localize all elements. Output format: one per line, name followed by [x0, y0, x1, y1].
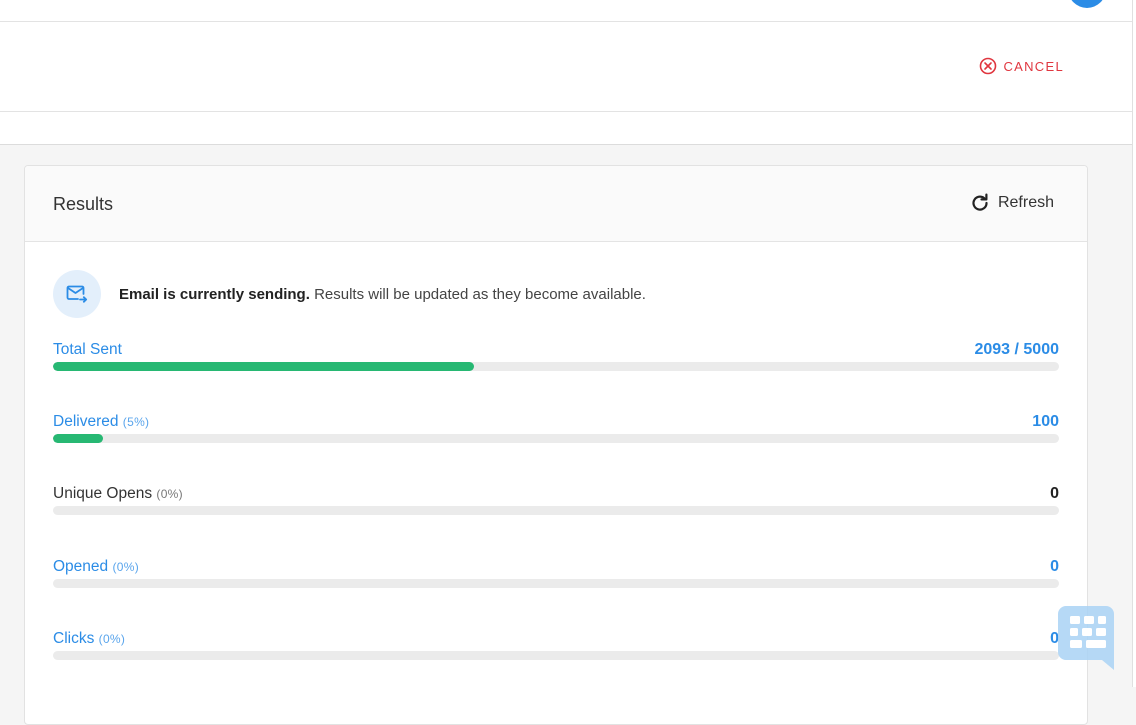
mail-icon-badge [53, 270, 101, 318]
chat-widget-button[interactable] [1058, 604, 1116, 672]
sending-notice: Email is currently sending. Results will… [53, 270, 646, 318]
metric-label[interactable]: Total Sent [53, 341, 122, 359]
top-bar [0, 0, 1136, 22]
metric-label[interactable]: Opened (0%) [53, 558, 139, 576]
metric-name: Unique Opens [53, 485, 153, 502]
sub-header-strip [0, 112, 1136, 145]
metric-name: Clicks [53, 630, 95, 647]
refresh-icon [972, 193, 988, 211]
metric-percent: (0%) [112, 560, 140, 574]
notice-text: Email is currently sending. Results will… [119, 286, 646, 303]
metric-label[interactable]: Delivered (5%) [53, 413, 149, 431]
metric-unique-opens: Unique Opens (0%) 0 [53, 485, 1059, 519]
progress-fill [53, 434, 104, 443]
progress-fill [53, 362, 475, 371]
user-avatar[interactable] [1068, 0, 1106, 8]
metric-name: Opened [53, 558, 109, 575]
metric-name: Delivered [53, 413, 119, 430]
metric-name: Total Sent [53, 341, 122, 358]
progress-track [53, 362, 1059, 371]
refresh-button[interactable]: Refresh [970, 193, 1054, 213]
metric-percent: (5%) [122, 415, 150, 429]
mail-send-icon [66, 285, 88, 303]
metric-value: 0 [1050, 485, 1059, 502]
chat-widget-icon [1058, 606, 1114, 670]
metric-value: 0 [1050, 558, 1059, 575]
metric-value: 2093 / 5000 [974, 341, 1059, 358]
progress-track [53, 579, 1059, 588]
notice-rest: Results will be updated as they become a… [309, 285, 646, 303]
metric-percent: (0%) [98, 632, 126, 646]
circle-x-icon [980, 57, 997, 75]
refresh-label: Refresh [997, 194, 1054, 211]
action-bar: CANCEL [0, 22, 1136, 112]
progress-track [53, 506, 1059, 515]
metric-label: Unique Opens (0%) [53, 485, 183, 503]
page-edge [1132, 0, 1136, 687]
metric-label[interactable]: Clicks (0%) [53, 630, 125, 648]
metric-delivered: Delivered (5%) 100 [53, 413, 1059, 447]
results-card: Results Refresh Email is currently sendi… [24, 165, 1088, 725]
notice-bold: Email is currently sending. [119, 285, 310, 303]
metric-clicks: Clicks (0%) 0 [53, 630, 1059, 664]
results-title: Results [53, 194, 114, 214]
metric-value: 100 [1032, 413, 1059, 430]
cancel-label: CANCEL [1003, 58, 1064, 74]
progress-track [53, 434, 1059, 443]
cancel-button[interactable]: CANCEL [979, 57, 1064, 75]
progress-track [53, 651, 1059, 660]
results-card-header: Results Refresh [25, 166, 1087, 242]
metric-percent: (0%) [156, 487, 183, 501]
metric-opened: Opened (0%) 0 [53, 558, 1059, 592]
metric-total-sent: Total Sent 2093 / 5000 [53, 341, 1059, 375]
